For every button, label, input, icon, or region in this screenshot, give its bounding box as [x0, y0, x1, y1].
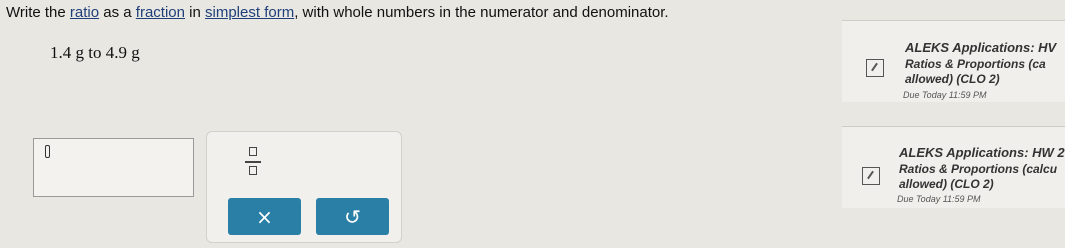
problem-text: 1.4 g to 4.9 g: [50, 43, 140, 62]
prompt-text-4: , with whole numbers in the numerator an…: [294, 4, 669, 21]
assignment-title: ALEKS Applications: HV: [905, 40, 1057, 55]
prompt-text-3: in: [185, 4, 206, 21]
assignment-subtitle-line: Ratios & Proportions (ca: [905, 57, 1046, 71]
input-cursor-icon: [45, 145, 50, 158]
fraction-link[interactable]: fraction: [136, 4, 185, 21]
math-toolbar: × ↺: [206, 131, 402, 243]
assignment-card[interactable]: ALEKS Applications: HW 2 Ratios & Propor…: [842, 126, 1065, 208]
undo-button[interactable]: ↺: [316, 198, 389, 235]
answer-input[interactable]: [33, 138, 194, 197]
assignment-icon: [862, 167, 880, 185]
clear-button[interactable]: ×: [228, 198, 301, 235]
assignment-subtitle-line: Ratios & Proportions (calcu: [899, 162, 1058, 176]
denominator-slot-icon: [249, 166, 257, 175]
assignment-subtitle-line: allowed) (CLO 2): [899, 177, 994, 191]
assignment-due: Due Today 11:59 PM: [897, 194, 981, 204]
prompt-text-2: as a: [99, 4, 136, 21]
assignment-due: Due Today 11:59 PM: [903, 90, 987, 100]
numerator-slot-icon: [249, 147, 257, 156]
assignment-card[interactable]: ALEKS Applications: HV Ratios & Proporti…: [842, 20, 1065, 102]
fraction-template-button[interactable]: [237, 144, 275, 186]
assignment-title: ALEKS Applications: HW 2: [899, 145, 1065, 160]
assignment-icon: [866, 59, 884, 77]
prompt-text-1: Write the: [6, 4, 70, 21]
ratio-link[interactable]: ratio: [70, 4, 99, 21]
question-prompt: Write the ratio as a fraction in simples…: [6, 4, 669, 21]
assignment-subtitle: Ratios & Proportions (ca allowed) (CLO 2…: [905, 57, 1046, 87]
assignment-subtitle-line: allowed) (CLO 2): [905, 72, 1000, 86]
simplest-form-link[interactable]: simplest form: [205, 4, 294, 21]
fraction-bar-icon: [245, 161, 261, 163]
assignment-subtitle: Ratios & Proportions (calcu allowed) (CL…: [899, 162, 1057, 192]
